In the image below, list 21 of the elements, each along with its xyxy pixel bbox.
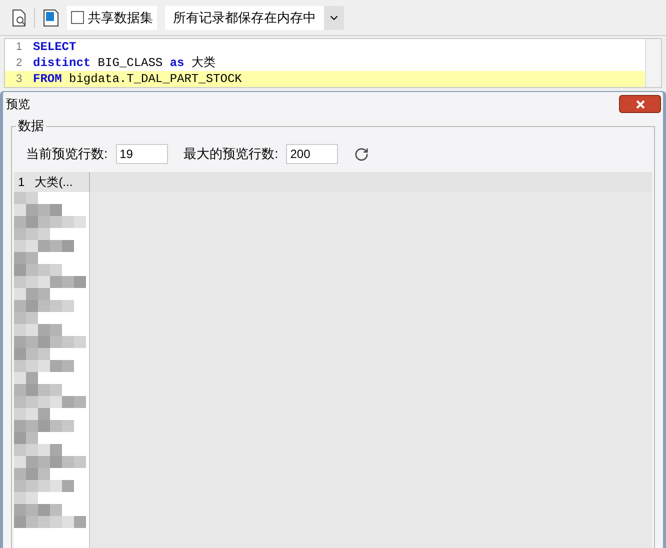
save-icon[interactable] [43, 8, 59, 26]
close-icon [636, 100, 644, 108]
refresh-icon[interactable] [354, 146, 370, 162]
print-preview-icon[interactable] [12, 8, 26, 26]
line-number: 2 [14, 56, 24, 71]
code-line: SELECT [33, 39, 76, 56]
share-dataset-checkbox[interactable]: 共享数据集 [67, 6, 157, 30]
close-button[interactable] [619, 95, 661, 113]
storage-mode-dropdown[interactable]: 所有记录都保存在内存中 [165, 6, 344, 30]
field-label: 当前预览行数: [26, 145, 108, 164]
dialog-title: 预览 [6, 96, 30, 113]
sql-editor[interactable]: 1 SELECT 2 distinct BIG_CLASS as 大类 3 FROM bigdata.T_DAL_PART_STOCK [4, 38, 662, 88]
scrollbar[interactable] [645, 39, 661, 87]
code-line: distinct BIG_CLASS as 大类 [33, 55, 216, 72]
line-number: 3 [14, 72, 24, 87]
max-rows-field[interactable]: 200 [286, 144, 338, 164]
current-rows-field[interactable]: 19 [116, 144, 168, 164]
line-number: 1 [14, 40, 24, 55]
code-line: FROM bigdata.T_DAL_PART_STOCK [33, 71, 242, 88]
group-label: 数据 [16, 118, 46, 134]
field-label: 最大的预览行数: [184, 145, 278, 164]
